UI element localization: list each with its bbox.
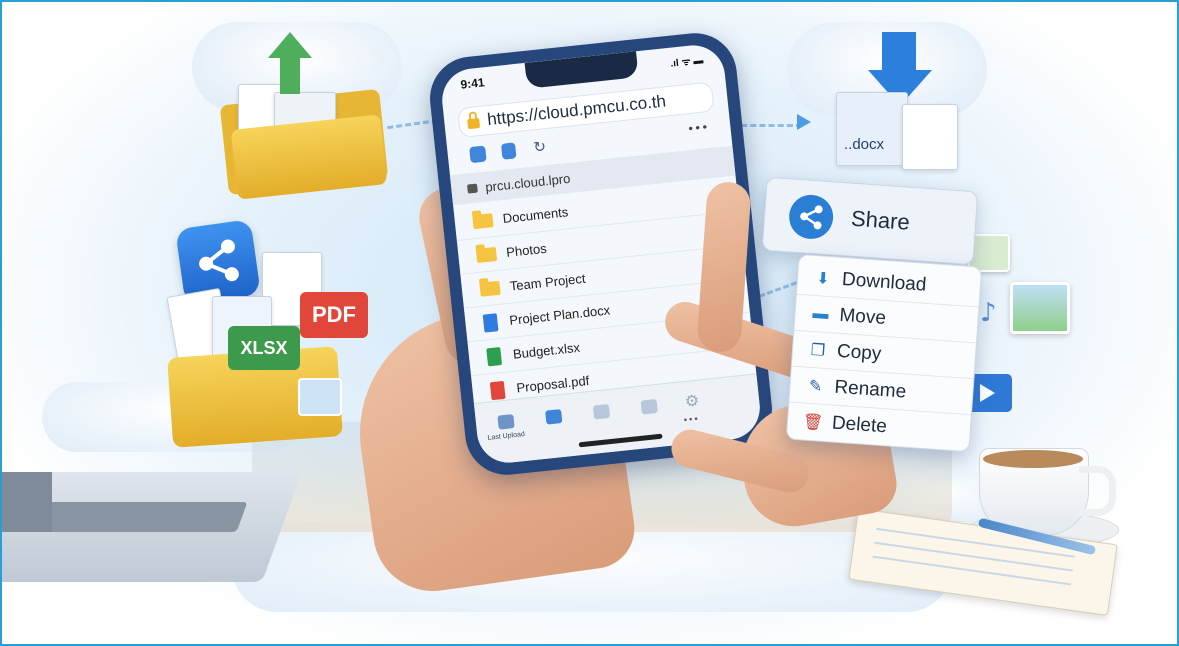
folder-icon: ▬	[812, 304, 830, 323]
file-label: Project Plan.docx	[508, 302, 611, 328]
xlsx-badge: XLSX	[228, 326, 300, 370]
breadcrumb-folder-icon	[466, 183, 478, 194]
share-card[interactable]: Share	[761, 176, 979, 266]
mail-icon[interactable]	[497, 414, 515, 430]
folder-label: Team Project	[509, 270, 587, 294]
download-icon: ⬇	[815, 269, 831, 288]
pencil-icon: ✎	[808, 377, 823, 396]
docx-file-icon	[482, 312, 499, 333]
music-note-icon: ♪	[980, 298, 997, 328]
menu-item-label: Rename	[833, 376, 907, 403]
pdf-badge: PDF	[300, 292, 368, 338]
folder-icon	[475, 246, 498, 263]
more-menu-icon[interactable]: •••	[686, 120, 709, 136]
breadcrumb-text: prcu.cloud.lpro	[484, 170, 571, 195]
folder-icon	[472, 212, 494, 229]
bookmark-icon[interactable]	[500, 142, 517, 160]
arrow-right-icon	[797, 114, 811, 130]
home-indicator	[578, 433, 663, 448]
share-icon	[787, 193, 835, 241]
lock-icon	[467, 117, 481, 130]
copy-icon: ❐	[810, 341, 826, 360]
folder-nav-icon[interactable]	[592, 404, 611, 420]
illustration-frame: ..docx PDF XLSX ♪ 9:41 .ıl ᯤ ▬ https://c…	[0, 0, 1179, 646]
people-icon[interactable]	[640, 398, 658, 415]
transfer-path	[758, 281, 798, 298]
gear-icon[interactable]: ⚙	[684, 391, 700, 411]
pdf-file-icon	[489, 380, 506, 400]
share-label: Share	[850, 205, 911, 235]
refresh-icon[interactable]: ↻	[533, 137, 547, 156]
context-menu: ⬇ Download ▬ Move ❐ Copy ✎ Rename 🗑 Dele…	[785, 253, 983, 453]
home-icon[interactable]	[469, 145, 487, 164]
file-label: Budget.xlsx	[512, 339, 581, 362]
upload-folder-icon	[219, 32, 389, 200]
status-signal: .ıl ᯤ ▬	[669, 55, 704, 70]
folder-label: Documents	[501, 204, 569, 227]
trash-icon: 🗑	[802, 413, 824, 432]
more-icon[interactable]: •••	[682, 415, 699, 427]
download-cloud-icon: ..docx	[822, 32, 972, 172]
status-time: 9:41	[459, 75, 486, 92]
folder-label: Photos	[505, 240, 548, 260]
nav-caption: Last Upload	[487, 430, 526, 442]
docx-label: ..docx	[844, 136, 885, 153]
image-icon	[1010, 282, 1070, 334]
url-text: https://cloud.pmcu.co.th	[486, 91, 667, 130]
laptop	[2, 472, 303, 612]
menu-item-label: Move	[838, 304, 887, 329]
xlsx-file-icon	[486, 346, 503, 366]
menu-item-label: Copy	[836, 340, 883, 365]
folder-icon	[479, 280, 501, 297]
menu-item-label: Delete	[831, 412, 888, 438]
menu-item-label: Download	[841, 268, 928, 296]
send-icon[interactable]	[545, 409, 563, 425]
